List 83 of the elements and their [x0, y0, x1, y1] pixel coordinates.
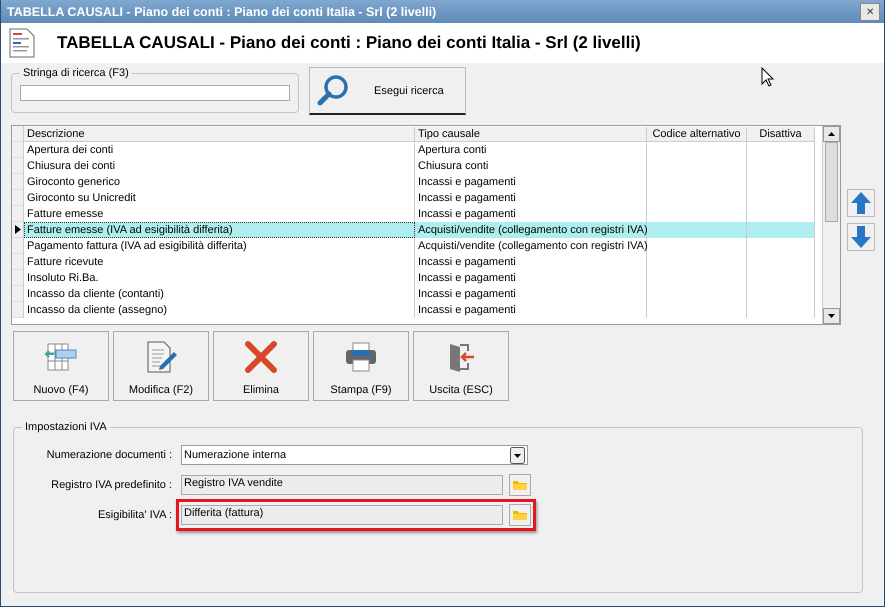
- move-up-button[interactable]: [847, 189, 875, 217]
- exit-button[interactable]: Uscita (ESC): [413, 331, 509, 401]
- document-icon: [9, 28, 35, 58]
- move-down-button[interactable]: [847, 223, 875, 251]
- browse-button[interactable]: [509, 474, 531, 496]
- field-label: Numerazione documenti :: [46, 449, 173, 461]
- table-row[interactable]: Fatture ricevute Incassi e pagamenti: [12, 254, 822, 270]
- table-cell: Apertura conti: [415, 142, 647, 158]
- read-only-field[interactable]: Registro IVA vendite: [181, 475, 503, 495]
- table-row[interactable]: Apertura dei conti Apertura conti: [12, 142, 822, 158]
- table-cell: Chiusura dei conti: [24, 158, 415, 174]
- arrow-up-icon: [850, 191, 872, 215]
- scrollbar-thumb[interactable]: [825, 142, 838, 222]
- printer-icon: [344, 340, 378, 374]
- table-row[interactable]: Incasso da cliente (contanti) Incassi e pagamenti: [12, 286, 822, 302]
- folder-icon: [512, 509, 528, 521]
- search-button[interactable]: Esegui ricerca: [309, 67, 466, 115]
- delete-button[interactable]: Elimina: [213, 331, 309, 401]
- table-cell: Incassi e pagamenti: [415, 270, 647, 286]
- new-button[interactable]: Nuovo (F4): [13, 331, 109, 401]
- scroll-down-icon[interactable]: [823, 308, 840, 324]
- field-label: Registro IVA predefinito :: [50, 479, 173, 491]
- table-cell: Incassi e pagamenti: [415, 286, 647, 302]
- table-cell: Incassi e pagamenti: [415, 174, 647, 190]
- table-row[interactable]: Fatture emesse (IVA ad esigibilità differita) Acquisti/vendite (collegamento con registri IVA): [12, 222, 822, 238]
- table-cell: Fatture ricevute: [24, 254, 415, 270]
- table-row[interactable]: Giroconto generico Incassi e pagamenti: [12, 174, 822, 190]
- row-header: [12, 254, 24, 270]
- search-icon: [316, 74, 350, 108]
- row-header: [12, 158, 24, 174]
- group-label: Impostazioni IVA: [24, 421, 108, 433]
- search-field[interactable]: [20, 85, 290, 101]
- arrow-down-icon: [850, 225, 872, 249]
- browse-button[interactable]: [509, 504, 531, 526]
- table-row[interactable]: Incasso da cliente (assegno) Incassi e pagamenti: [12, 302, 822, 318]
- table-cell: Giroconto generico: [24, 174, 415, 190]
- window-title: TABELLA CAUSALI - Piano dei conti : Piano dei conti Italia - Srl (2 livelli): [7, 4, 436, 18]
- table-row[interactable]: Chiusura dei conti Chiusura conti: [12, 158, 822, 174]
- row-pointer-icon: [14, 225, 20, 234]
- table-cell: Insoluto Ri.Ba.: [24, 270, 415, 286]
- group-label: Stringa di ricerca (F3): [22, 67, 130, 79]
- row-header: [12, 142, 24, 158]
- field-label: Esigibilita' IVA :: [96, 509, 173, 521]
- table-cell: Fatture emesse (IVA ad esigibilità differita): [24, 222, 415, 238]
- column-header[interactable]: Tipo causale: [415, 126, 647, 142]
- row-header: [12, 286, 24, 302]
- table-row[interactable]: Pagamento fattura (IVA ad esigibilità differita) Acquisti/vendite (collegamento con registri IVA): [12, 238, 822, 254]
- table-cell: Acquisti/vendite (collegamento con registri IVA): [415, 222, 647, 238]
- column-header[interactable]: Disattiva: [747, 126, 815, 142]
- delete-icon: [244, 340, 278, 374]
- close-button[interactable]: ✕: [860, 2, 880, 20]
- dropdown-caret-icon: [510, 446, 525, 464]
- table-cell: [747, 222, 815, 238]
- table-cell: Pagamento fattura (IVA ad esigibilità differita): [24, 238, 415, 254]
- table-cell: Giroconto su Unicredit: [24, 190, 415, 206]
- dropdown-field[interactable]: Numerazione interna: [181, 445, 528, 465]
- column-header[interactable]: Codice alternativo: [647, 126, 747, 142]
- table-cell: Acquisti/vendite (collegamento con registri IVA): [415, 238, 647, 254]
- table-cell: Apertura dei conti: [24, 142, 415, 158]
- row-header: [12, 238, 24, 254]
- row-header: [12, 190, 24, 206]
- row-header: [12, 126, 24, 142]
- table-cell: Incasso da cliente (assegno): [24, 302, 415, 318]
- mouse-pointer-icon: [761, 67, 775, 87]
- table-cell: Chiusura conti: [415, 158, 647, 174]
- table-cell: Incassi e pagamenti: [415, 302, 647, 318]
- scrollbar[interactable]: [822, 126, 840, 324]
- scroll-up-icon[interactable]: [823, 126, 840, 142]
- row-header: [12, 206, 24, 222]
- table-cell: Incasso da cliente (contanti): [24, 286, 415, 302]
- row-header: [12, 270, 24, 286]
- print-button[interactable]: Stampa (F9): [313, 331, 409, 401]
- folder-icon: [512, 479, 528, 491]
- header-title: TABELLA CAUSALI - Piano dei conti : Piano dei conti Italia - Srl (2 livelli): [57, 33, 641, 53]
- edit-button[interactable]: Modifica (F2): [113, 331, 209, 401]
- table-cell: Incassi e pagamenti: [415, 190, 647, 206]
- read-only-field[interactable]: Differita (fattura): [181, 505, 503, 525]
- row-header: [12, 174, 24, 190]
- table-cell: Incassi e pagamenti: [415, 254, 647, 270]
- table-row[interactable]: Giroconto su Unicredit Incassi e pagamenti: [12, 190, 822, 206]
- table-row[interactable]: Insoluto Ri.Ba. Incassi e pagamenti: [12, 270, 822, 286]
- row-header: [12, 302, 24, 318]
- column-header[interactable]: Descrizione: [24, 126, 415, 142]
